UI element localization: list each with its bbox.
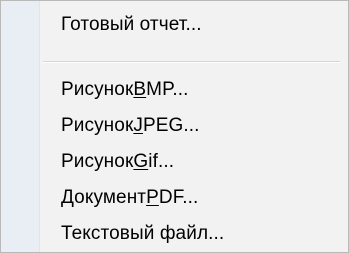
menu-separator bbox=[43, 61, 340, 63]
menu-item-label-prefix: Рисунок bbox=[61, 151, 134, 172]
menu-item-mnemonic: J bbox=[133, 115, 143, 136]
menu-item-label-prefix: Документ bbox=[61, 187, 147, 208]
menu-item-label: Текстовый файл... bbox=[61, 223, 225, 244]
menu-item-mnemonic: B bbox=[133, 79, 147, 100]
menu-item-label: Готовый отчет... bbox=[61, 14, 202, 35]
menu-item-label-suffix: DF... bbox=[158, 187, 199, 208]
context-menu: Готовый отчет... Рисунок B MP... Рисунок … bbox=[0, 0, 349, 253]
menu-item-label-suffix: MP... bbox=[146, 79, 189, 100]
menu-item-gif-image[interactable]: Рисунок Gif... bbox=[1, 144, 348, 180]
menu-item-label-suffix: PEG... bbox=[142, 115, 200, 136]
menu-item-label-prefix: Рисунок bbox=[61, 115, 134, 136]
menu-item-bmp-image[interactable]: Рисунок B MP... bbox=[1, 72, 348, 108]
menu-item-mnemonic: P bbox=[146, 187, 159, 208]
menu-item-jpeg-image[interactable]: Рисунок J PEG... bbox=[1, 108, 348, 144]
menu-item-label-suffix: if... bbox=[148, 151, 175, 172]
menu-item-pdf-document[interactable]: Документ P DF... bbox=[1, 180, 348, 216]
menu-item-ready-report[interactable]: Готовый отчет... bbox=[1, 7, 348, 43]
menu-item-mnemonic: G bbox=[133, 151, 149, 172]
menu-item-text-file[interactable]: Текстовый файл... bbox=[1, 216, 348, 252]
menu-item-label-prefix: Рисунок bbox=[61, 79, 134, 100]
